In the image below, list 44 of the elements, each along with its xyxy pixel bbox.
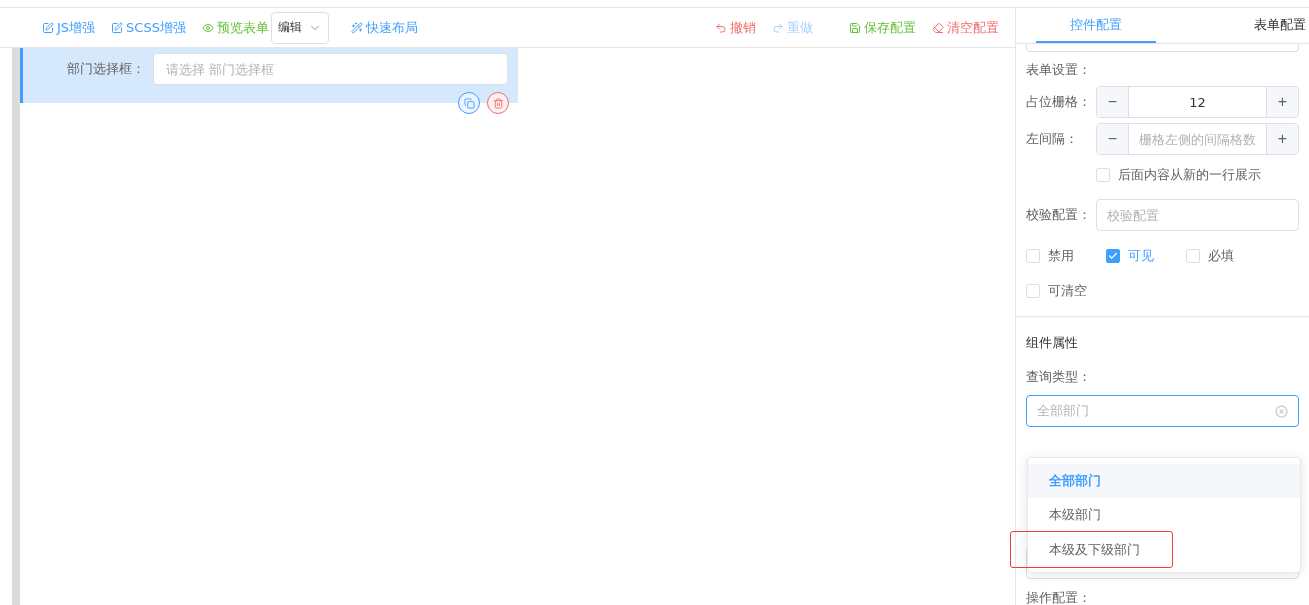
undo-button[interactable]: 撤销 [715,18,756,37]
department-select-field[interactable]: 请选择 部门选择框 [153,53,508,85]
dropdown-option[interactable]: 本级及下级部门 [1010,530,1173,568]
field-label: 占位栅格： [1026,93,1092,111]
edit-button[interactable]: SCSS增强 [111,18,186,37]
eye-icon [201,21,214,34]
dropdown-option[interactable]: 本级部门 [1028,497,1122,533]
copy-icon [463,97,475,109]
section-title: 操作配置： [1026,591,1091,605]
tab[interactable]: 表单配置 [1156,8,1306,43]
clear-icon [932,21,944,34]
save-icon [849,21,861,34]
checkbox[interactable]: 可见 [1106,247,1186,265]
section-title: 表单设置： [1026,61,1091,79]
clear-button[interactable]: 清空配置 [932,18,999,37]
undo-icon [715,21,727,34]
copy-button[interactable] [458,92,480,114]
edit-icon [111,21,124,34]
checkbox[interactable]: 必填 [1186,247,1266,265]
quick-layout-button[interactable]: 快速布局 [350,18,418,37]
clear-icon [1275,404,1288,418]
field-label: 左间隔： [1026,130,1079,148]
increment-button[interactable]: + [1266,124,1298,154]
offset-number-field[interactable]: − 栅格左侧的间隔格数 + [1096,123,1299,155]
redo-icon [772,21,784,34]
field-label: 查询类型： [1026,368,1091,386]
form-item-card[interactable]: 部门选择框： 请选择 部门选择框 [20,48,518,103]
decrement-button[interactable]: − [1097,124,1129,154]
checkbox[interactable]: 禁用 [1026,247,1106,265]
edit-button[interactable]: JS增强 [42,18,96,37]
decrement-button[interactable]: − [1097,87,1129,117]
wand-icon [350,21,363,34]
checkbox[interactable]: 后面内容从新的一行展示 [1096,166,1261,184]
tab[interactable]: 控件配置 [1036,8,1156,43]
trash-icon [492,97,504,109]
validation-field[interactable]: 校验配置 [1096,199,1299,231]
section-title: 组件属性 [1026,334,1078,352]
edit-icon [42,21,54,34]
span-number-field[interactable]: − 12 + [1096,86,1299,118]
field-label: 部门选择框： [66,60,146,78]
field-label: 校验配置： [1026,206,1092,224]
checkbox[interactable]: 可清空 [1026,282,1106,300]
mode-select[interactable]: 编辑 [270,11,329,44]
increment-button[interactable]: + [1266,87,1298,117]
